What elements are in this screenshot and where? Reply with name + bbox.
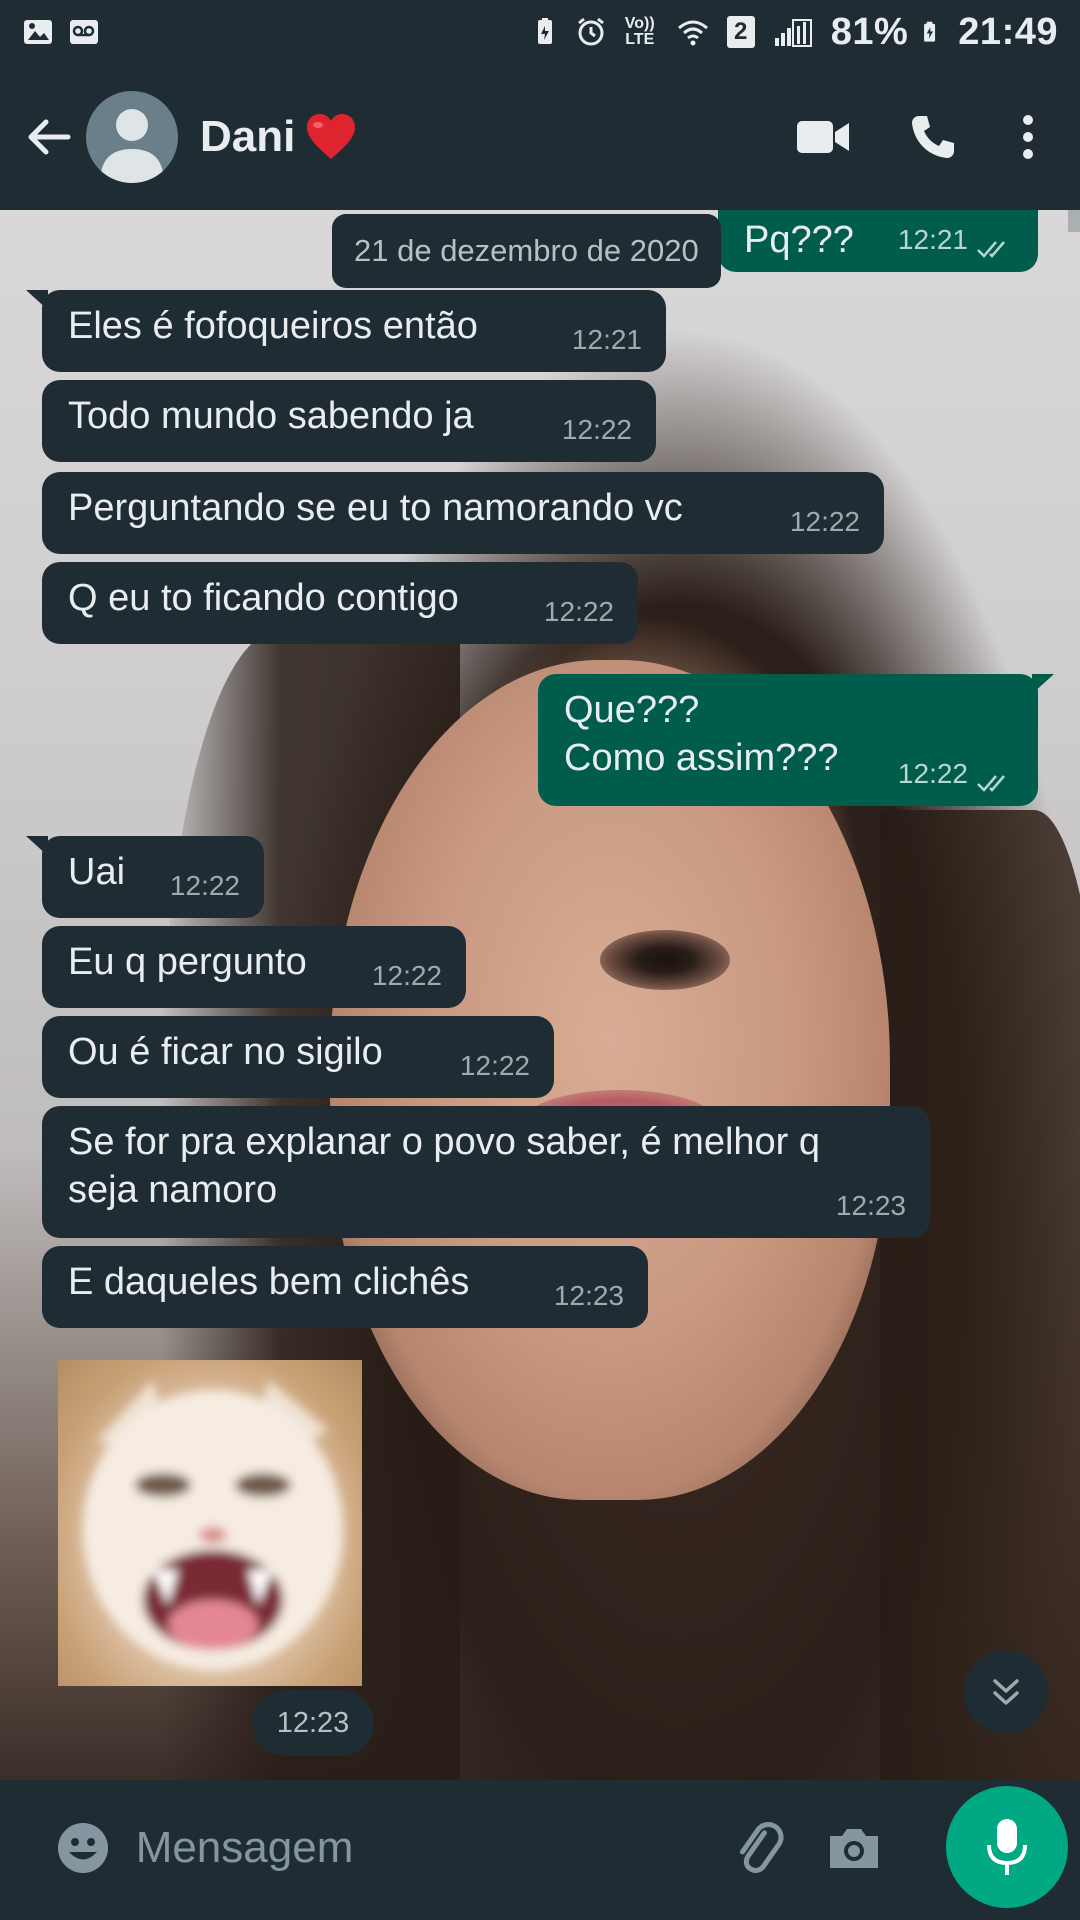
message-bubble-incoming[interactable]: Perguntando se eu to namorando vc 12:22 [42,472,884,554]
message-time: 12:22 [897,758,968,789]
attach-button[interactable] [711,1798,807,1898]
date-chip: 21 de dezembro de 2020 [332,214,721,288]
video-call-button[interactable] [768,87,878,187]
sim-badge: 2 [726,16,755,48]
message-time: 12:22 [561,414,632,445]
message-text: Q eu to ficando contigo [68,577,459,619]
more-options-button[interactable] [988,87,1068,187]
message-bubble-incoming[interactable]: Todo mundo sabendo ja 12:22 [42,380,656,462]
camera-icon [830,1829,879,1868]
signal-icon [774,19,812,47]
message-time: 12:22 [789,506,860,537]
message-time: 12:22 [169,870,240,901]
message-time: 12:22 [371,960,442,991]
voicemail-notification-icon [70,20,98,44]
message-time: 12:21 [571,324,642,355]
more-vert-icon [1023,115,1033,159]
sticker-cat-image[interactable] [58,1360,362,1686]
voice-call-button[interactable] [878,87,988,187]
battery-charging-icon [924,21,936,42]
message-input[interactable] [127,1808,711,1888]
message-bubble-incoming[interactable]: Uai 12:22 [26,836,264,918]
message-text: E daqueles bem clichês [68,1261,470,1303]
wifi-icon [677,20,708,46]
gallery-notification-icon [24,20,52,44]
scroll-indicator [1068,210,1080,232]
volte-indicator: Vo)) LTE [624,15,655,48]
contact-name[interactable]: Dani [200,112,295,162]
mic-icon [987,1819,1027,1875]
message-text: Se for pra explanar o povo saber, é melh… [68,1121,821,1211]
paperclip-icon [739,1821,784,1873]
heart-emoji [307,114,356,159]
clock: 21:49 [958,10,1058,53]
message-text: Pq??? [744,219,854,261]
message-bubble-incoming[interactable]: Eu q pergunto 12:22 [42,926,466,1008]
mic-button[interactable] [946,1786,1068,1908]
message-bubble-outgoing[interactable]: Que??? Como assim??? 12:22 [538,674,1054,806]
message-bubble-incoming[interactable]: Q eu to ficando contigo 12:22 [42,562,638,644]
avatar[interactable] [86,91,178,183]
default-avatar-icon [100,109,164,183]
message-time: 12:23 [553,1280,624,1311]
back-button[interactable] [14,102,84,172]
chat-area[interactable]: Pq??? 12:21 21 de dezembro de 2020 Eles … [0,210,1080,1780]
message-bubble-incoming[interactable]: E daqueles bem clichês 12:23 [42,1246,648,1328]
arrow-left-icon [28,119,71,155]
camera-button[interactable] [806,1798,902,1898]
message-time: 12:21 [897,224,968,255]
message-bubble-out-partial[interactable]: Pq??? 12:21 [718,210,1038,272]
phone-call-icon [912,116,954,158]
message-time: 12:22 [459,1050,530,1081]
battery-percent: 81% [830,10,909,53]
read-ticks-icon [977,775,1005,792]
bubble-tail [26,836,48,856]
message-bubble-incoming[interactable]: Ou é ficar no sigilo 12:22 [42,1016,554,1098]
double-chevron-down-icon [993,1679,1019,1705]
battery-saver-icon [537,18,552,44]
message-compose-bar [14,1788,932,1908]
message-time: 12:22 [543,596,614,627]
message-text: Eles é fofoqueiros então [68,305,478,347]
message-bubble-incoming[interactable]: Se for pra explanar o povo saber, é melh… [42,1106,930,1238]
message-text: Todo mundo sabendo ja [68,395,474,437]
emoji-icon [57,1823,108,1873]
video-call-icon [797,121,849,153]
cat-sticker-icon [83,1380,343,1670]
scroll-to-bottom-button[interactable] [964,1650,1048,1734]
read-ticks-icon [977,241,1005,258]
status-bar: Vo)) LTE 2 81% 21:49 [0,0,1080,64]
message-bubble-incoming[interactable]: Eles é fofoqueiros então 12:21 [26,290,666,372]
message-text: Perguntando se eu to namorando vc [68,487,683,529]
chat-header: Dani [0,64,1080,210]
alarm-icon [577,17,604,46]
emoji-button[interactable] [38,1798,128,1898]
bubble-tail [1032,674,1054,694]
bubble-tail [26,290,48,310]
message-time: 12:23 [835,1190,906,1221]
sticker-time: 12:23 [252,1690,374,1756]
